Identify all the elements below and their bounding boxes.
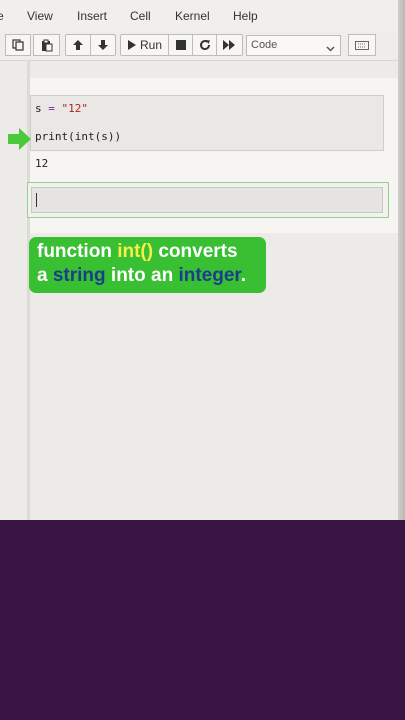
text-caret — [36, 193, 37, 207]
arrow-down-icon — [97, 39, 109, 51]
interrupt-button[interactable] — [168, 34, 193, 56]
copy-button[interactable] — [5, 34, 31, 56]
run-button-label: Run — [139, 38, 162, 52]
caption-text: a — [37, 265, 53, 286]
menubar: e View Insert Cell Kernel Help — [0, 0, 405, 32]
caption-box: function int() converts a string into an… — [29, 237, 266, 293]
caption-highlight-function: int() — [117, 241, 154, 262]
fast-forward-icon — [223, 40, 236, 50]
code-cell-input[interactable]: s = "12" print(int(s)) — [30, 95, 384, 151]
restart-button[interactable] — [192, 34, 217, 56]
run-button[interactable]: Run — [120, 34, 169, 56]
paste-icon — [41, 39, 53, 52]
restart-run-all-button[interactable] — [216, 34, 243, 56]
cell-output: 12 — [35, 157, 49, 170]
jupyter-window: e View Insert Cell Kernel Help Run Code … — [0, 0, 405, 520]
active-code-cell[interactable] — [27, 182, 389, 218]
code-line-1: s = "12" — [35, 102, 88, 115]
menu-edit-partial[interactable]: e — [0, 9, 4, 23]
paste-button[interactable] — [33, 34, 60, 56]
cell-type-value: Code — [251, 39, 278, 51]
menu-insert[interactable]: Insert — [77, 9, 107, 23]
keyboard-icon — [355, 40, 369, 50]
cell-type-select[interactable]: Code — [246, 35, 341, 56]
code-string-literal: "12" — [61, 102, 89, 115]
move-up-button[interactable] — [65, 34, 91, 56]
menu-kernel[interactable]: Kernel — [175, 9, 210, 23]
caption-text: into an — [105, 265, 179, 286]
menu-help[interactable]: Help — [233, 9, 258, 23]
copy-icon — [12, 39, 24, 51]
caption-text: function — [37, 241, 118, 262]
background-panel — [0, 520, 405, 720]
arrow-up-icon — [72, 39, 84, 51]
caption-highlight-integer: integer — [178, 265, 241, 286]
menu-cell[interactable]: Cell — [130, 9, 151, 23]
caption-highlight-string: string — [52, 265, 106, 286]
command-palette-button[interactable] — [348, 34, 376, 56]
code-line-2: print(int(s)) — [35, 130, 122, 143]
caption-text: converts — [153, 241, 238, 262]
toolbar: Run Code — [0, 32, 405, 61]
move-down-button[interactable] — [90, 34, 116, 56]
window-edge — [398, 0, 405, 520]
pointer-arrow-icon — [8, 128, 32, 155]
caption-text: . — [240, 265, 247, 286]
caption-line-2: a string into an integer. — [37, 264, 258, 288]
code-assign-op: = — [48, 102, 55, 115]
active-cell-input[interactable] — [31, 187, 383, 213]
stop-icon — [175, 40, 186, 50]
chevron-down-icon — [326, 41, 335, 60]
play-icon — [127, 40, 136, 50]
caption-line-1: function int() converts — [37, 240, 258, 264]
menu-view[interactable]: View — [27, 9, 53, 23]
code-var: s — [35, 102, 49, 115]
restart-icon — [199, 39, 211, 51]
